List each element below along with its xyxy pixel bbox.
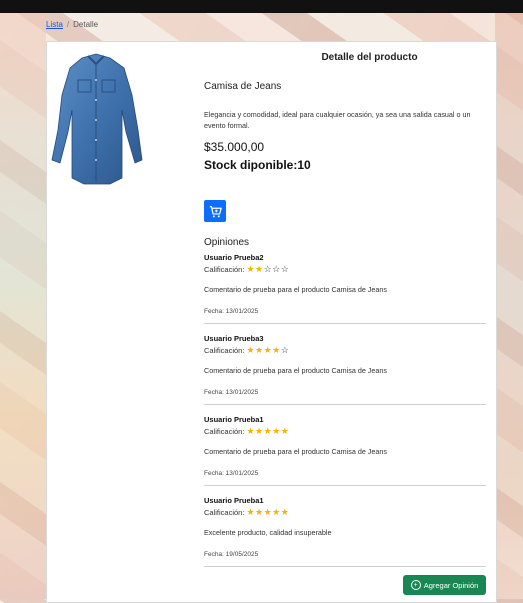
review-user: Usuario Prueba1 [204,496,264,505]
star-empty-icon: ☆ [272,264,281,274]
star-filled-icon: ★ [263,426,273,436]
star-filled-icon: ★ [272,426,281,436]
review-date: Fecha: 13/01/2025 [204,308,259,315]
star-filled-icon: ★ [255,345,264,355]
add-review-label: Agregar Opinión [423,580,479,590]
rating-label: Calificación: [204,508,245,517]
star-filled-icon: ★ [263,345,273,355]
review-user: Usuario Prueba1 [204,415,264,424]
star-filled-icon: ★ [255,507,264,517]
review-user: Usuario Prueba2 [204,253,264,262]
review-comment: Comentario de prueba para el producto Ca… [204,366,387,375]
background-right [495,13,523,599]
review-date: Fecha: 13/01/2025 [204,470,259,477]
star-filled-icon: ★ [246,345,256,355]
review-divider [204,485,486,486]
review-date: Fecha: 13/01/2025 [204,389,259,396]
cart-plus-icon [209,205,222,217]
star-filled-icon: ★ [263,507,273,517]
product-price: $35.000,00 [204,140,265,154]
review-rating: Calificación: ★★★★☆ [204,345,289,356]
rating-label: Calificación: [204,265,245,274]
reviews-title: Opiniones [204,237,250,248]
star-filled-icon: ★ [272,345,281,355]
star-filled-icon: ★ [246,264,256,274]
star-empty-icon: ☆ [280,345,290,355]
review-rating: Calificación: ★★★★★ [204,426,289,437]
plus-circle-icon: + [410,580,421,590]
review-user: Usuario Prueba3 [204,334,264,343]
product-name: Camisa de Jeans [204,81,282,92]
breadcrumb-link-lista[interactable]: Lista [46,20,63,29]
rating-stars: ★★★★★ [246,507,289,518]
review-rating: Calificación: ★★★★★ [204,507,289,518]
star-filled-icon: ★ [255,264,264,274]
star-filled-icon: ★ [280,426,290,436]
rating-label: Calificación: [204,346,245,355]
review-divider [204,566,486,567]
rating-stars: ★★★★☆ [246,345,289,356]
review-rating: Calificación: ★★☆☆☆ [204,264,289,275]
star-filled-icon: ★ [255,426,264,436]
review-comment: Comentario de prueba para el producto Ca… [204,447,387,456]
review-comment: Excelente producto, calidad insuperable [204,528,332,537]
rating-stars: ★★☆☆☆ [246,264,289,275]
review-divider [204,323,486,324]
breadcrumb-current: Detalle [73,20,99,29]
page-title: Detalle del producto [321,52,418,63]
rating-stars: ★★★★★ [246,426,289,437]
star-filled-icon: ★ [246,426,256,436]
product-stock: Stock diponible:10 [204,158,311,172]
breadcrumb-separator: / [66,20,70,29]
product-description: Elegancia y comodidad, ideal para cualqu… [204,110,471,130]
review-comment: Comentario de prueba para el producto Ca… [204,285,387,294]
breadcrumb: Lista / Detalle [46,20,98,29]
add-to-cart-button[interactable] [204,200,226,222]
rating-label: Calificación: [204,427,245,436]
star-filled-icon: ★ [272,507,281,517]
star-filled-icon: ★ [246,507,256,517]
denim-shirt-image [51,53,143,185]
review-date: Fecha: 19/05/2025 [204,551,259,558]
review-divider [204,404,486,405]
star-empty-icon: ☆ [263,264,273,274]
star-filled-icon: ★ [280,507,290,517]
star-empty-icon: ☆ [280,264,290,274]
top-bar [0,0,523,13]
add-review-button[interactable]: + Agregar Opinión [403,575,486,595]
product-detail-card: Detalle del producto Camisa de Jeans Ele… [46,41,497,603]
background-left [0,13,46,599]
